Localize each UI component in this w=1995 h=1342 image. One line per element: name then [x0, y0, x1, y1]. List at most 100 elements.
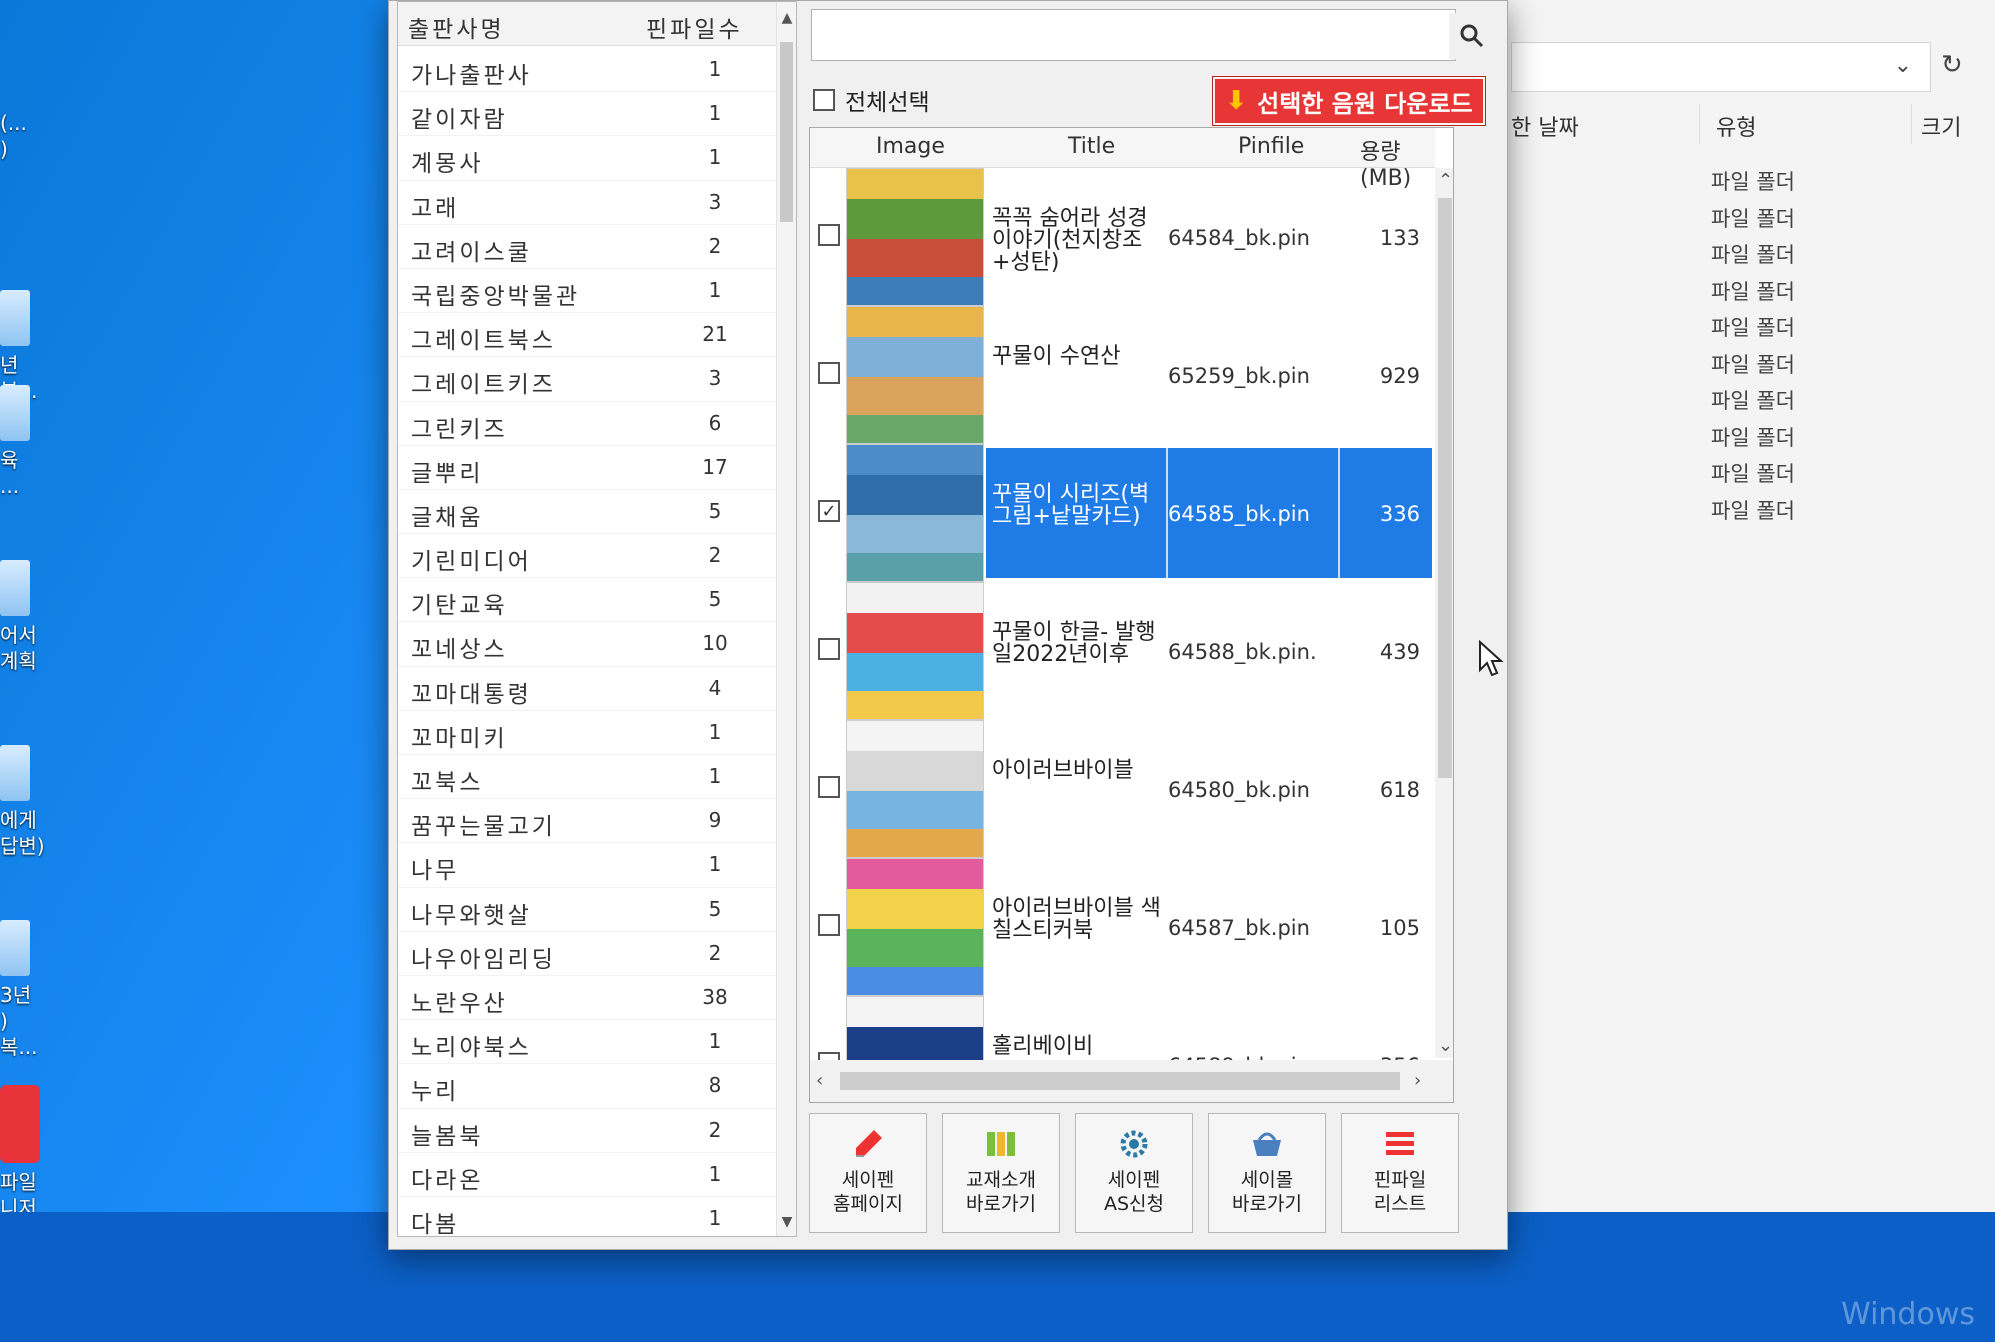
publisher-row[interactable]: 고래 3 [398, 181, 778, 225]
desktop-shortcut[interactable]: 어서 계획 [0, 560, 48, 674]
publisher-row[interactable]: 글뿌리 17 [398, 446, 778, 490]
explorer-row-type[interactable]: 파일 폴더 [1711, 458, 1795, 495]
row-checkbox-checked[interactable]: ✓ [818, 500, 840, 522]
column-date[interactable]: 한 날짜 [1511, 110, 1579, 142]
publisher-row[interactable]: 꿈꾸는물고기 9 [398, 799, 778, 844]
scrollbar-thumb[interactable] [1438, 198, 1452, 778]
row-checkbox[interactable] [818, 224, 840, 246]
toolbar-button-pen[interactable]: 세이펜 홈페이지 [809, 1113, 927, 1233]
publisher-pinfile-count: 5 [708, 498, 722, 523]
scrollbar-thumb[interactable] [840, 1072, 1400, 1090]
publisher-row[interactable]: 꼬네상스 10 [398, 622, 778, 667]
table-vertical-scrollbar[interactable]: ⌃ ⌄ [1435, 168, 1453, 1058]
scrollbar-thumb[interactable] [780, 42, 793, 222]
publisher-row[interactable]: 같이자람 1 [398, 92, 778, 137]
table-row[interactable]: 아이러브바이블 64580_bk.pin 618 [810, 720, 1435, 858]
row-checkbox[interactable] [818, 638, 840, 660]
button-label-line1: 핀파일 [1373, 1169, 1427, 1191]
explorer-row-type[interactable]: 파일 폴더 [1711, 276, 1795, 313]
publisher-row[interactable]: 그레이트북스 21 [398, 313, 778, 358]
cover-color-band [847, 239, 983, 277]
toolbar-button-books[interactable]: 교재소개 바로가기 [942, 1113, 1060, 1233]
desktop-shortcut[interactable]: 파일 니저 [0, 1085, 48, 1221]
toolbar-button-gear[interactable]: 세이펜 AS신청 [1075, 1113, 1193, 1233]
explorer-row-type[interactable]: 파일 폴더 [1711, 495, 1795, 532]
download-selected-button[interactable]: ⬇ 선택한 음원 다운로드 [1212, 76, 1486, 126]
cover-color-band [847, 653, 983, 691]
header-pinfile-count[interactable]: 핀파일수 [646, 10, 743, 44]
search-button[interactable] [1449, 13, 1495, 59]
table-row[interactable]: 꾸물이 수연산 65259_bk.pin 929 [810, 306, 1435, 444]
publisher-name: 노리야북스 [411, 1035, 532, 1062]
publisher-row[interactable]: 늘봄북 2 [398, 1109, 778, 1153]
publisher-row[interactable]: 노란우산 38 [398, 976, 778, 1021]
publisher-row[interactable]: 나무와햇살 5 [398, 888, 778, 932]
publisher-row[interactable]: 가나출판사 1 [398, 48, 778, 93]
publisher-row[interactable]: 기린미디어 2 [398, 534, 778, 579]
table-row[interactable]: 아이러브바이블 색칠스티커북 64587_bk.pin 105 [810, 858, 1435, 996]
publisher-row[interactable]: 그린키즈 6 [398, 402, 778, 446]
publisher-row[interactable]: 다라온 1 [398, 1153, 778, 1197]
publisher-row[interactable]: 꼬마미키 1 [398, 711, 778, 755]
table-row[interactable]: ✓ 꾸물이 시리즈(벽그림+낱말카드) 64585_bk.pin 336 [810, 444, 1435, 582]
checkbox[interactable] [813, 89, 835, 111]
publisher-row[interactable]: 계몽사 1 [398, 136, 778, 181]
header-image[interactable]: Image [876, 134, 945, 159]
select-all-checkbox[interactable]: 전체선택 [813, 83, 930, 117]
row-checkbox[interactable] [818, 362, 840, 384]
publisher-name: 나우아임리딩 [411, 946, 556, 973]
explorer-row-type[interactable]: 파일 폴더 [1711, 203, 1795, 240]
publisher-row[interactable]: 그레이트키즈 3 [398, 357, 778, 402]
search-input[interactable] [811, 9, 1456, 61]
explorer-row-type[interactable]: 파일 폴더 [1711, 422, 1795, 459]
publisher-scrollbar[interactable]: ▲ ▼ [776, 2, 796, 1236]
publisher-row[interactable]: 누리 8 [398, 1064, 778, 1109]
column-size[interactable]: 크기 [1921, 110, 1961, 142]
publisher-row[interactable]: 꼬마대통령 4 [398, 667, 778, 711]
scroll-up-icon[interactable]: ⌃ [1438, 170, 1453, 191]
publisher-row[interactable]: 글채움 5 [398, 490, 778, 535]
publisher-row[interactable]: 꼬북스 1 [398, 755, 778, 800]
publisher-pinfile-count: 1 [708, 57, 722, 81]
explorer-row-type[interactable]: 파일 폴더 [1711, 166, 1795, 203]
explorer-row-type[interactable]: 파일 폴더 [1711, 349, 1795, 386]
publisher-row[interactable]: 나우아임리딩 2 [398, 932, 778, 976]
file-size-mb: 618 [1379, 778, 1420, 802]
scroll-left-icon[interactable]: ‹ [816, 1070, 823, 1091]
explorer-row-type[interactable]: 파일 폴더 [1711, 312, 1795, 349]
button-label-line2: 바로가기 [966, 1193, 1036, 1215]
publisher-row[interactable]: 기탄교육 5 [398, 578, 778, 623]
table-row[interactable]: 꾸물이 한글- 발행일2022년이후 64588_bk.pin. 439 [810, 582, 1435, 720]
table-horizontal-scrollbar[interactable]: ‹ › [810, 1060, 1453, 1102]
refresh-icon[interactable]: ↻ [1941, 50, 1963, 80]
scroll-down-icon[interactable]: ⌄ [1438, 1035, 1453, 1056]
desktop-shortcut[interactable]: 육 ... [0, 385, 48, 499]
table-row[interactable]: 꼭꼭 숨어라 성경이야기(천지창조+성탄) 64584_bk.pin 133 [810, 168, 1435, 306]
chevron-down-icon[interactable]: ⌄ [1894, 53, 1912, 78]
row-checkbox[interactable] [818, 914, 840, 936]
desktop-shortcut[interactable]: (... ) [0, 110, 48, 162]
column-divider [1911, 104, 1912, 144]
header-title[interactable]: Title [1068, 134, 1115, 159]
desktop-shortcut[interactable]: 에게 답변) [0, 745, 48, 859]
scroll-right-icon[interactable]: › [1414, 1070, 1421, 1091]
scroll-up-icon[interactable]: ▲ [777, 10, 797, 26]
publisher-row[interactable]: 고려이스쿨 2 [398, 225, 778, 269]
explorer-row-type[interactable]: 파일 폴더 [1711, 239, 1795, 276]
header-pinfile[interactable]: Pinfile [1238, 134, 1304, 159]
publisher-row[interactable]: 다봄 1 [398, 1197, 778, 1242]
publisher-row[interactable]: 나무 1 [398, 843, 778, 888]
publisher-name: 다봄 [411, 1211, 460, 1238]
column-type[interactable]: 유형 [1716, 110, 1756, 142]
publisher-row[interactable]: 국립중앙박물관 1 [398, 269, 778, 314]
toolbar-button-list[interactable]: 핀파일 리스트 [1341, 1113, 1459, 1233]
toolbar-button-basket[interactable]: 세이몰 바로가기 [1208, 1113, 1326, 1233]
desktop-shortcut[interactable]: 3년 ) 복... [0, 920, 48, 1060]
explorer-row-type[interactable]: 파일 폴더 [1711, 385, 1795, 422]
row-checkbox[interactable] [818, 776, 840, 798]
header-publisher-name[interactable]: 출판사명 [408, 10, 505, 44]
book-title: 꾸물이 시리즈(벽그림+낱말카드) [992, 482, 1150, 529]
publisher-row[interactable]: 노리야북스 1 [398, 1020, 778, 1065]
explorer-address-bar[interactable]: ⌄ [1511, 42, 1931, 92]
scroll-down-icon[interactable]: ▼ [777, 1214, 797, 1230]
